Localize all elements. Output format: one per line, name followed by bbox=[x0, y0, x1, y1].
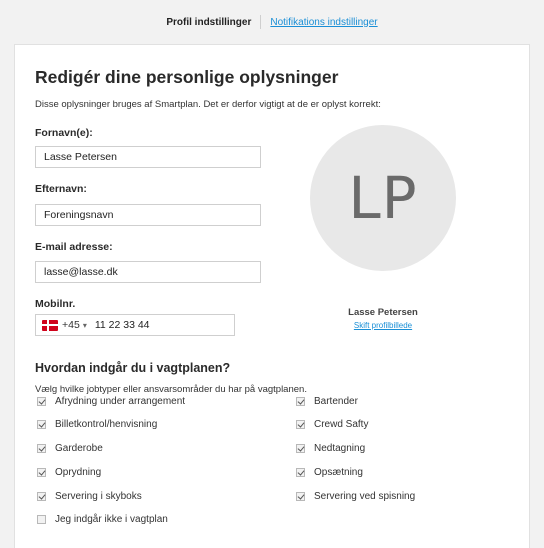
checkbox[interactable] bbox=[296, 468, 305, 477]
mobile-field: +45 ▾ bbox=[35, 314, 235, 336]
job-checkbox-row[interactable]: Garderobe bbox=[37, 443, 103, 454]
checkbox[interactable] bbox=[296, 492, 305, 501]
firstname-field[interactable] bbox=[35, 146, 261, 168]
dial-code-select[interactable]: +45 bbox=[62, 319, 80, 331]
job-checkbox-row[interactable]: Bartender bbox=[296, 396, 358, 407]
mobile-label: Mobilnr. bbox=[35, 298, 76, 310]
checkbox-label: Afrydning under arrangement bbox=[55, 396, 186, 407]
avatar: LP bbox=[310, 125, 456, 271]
profile-card: Redigér dine personlige oplysninger Diss… bbox=[14, 44, 530, 548]
job-checkbox-row[interactable]: Opsætning bbox=[296, 467, 363, 478]
tab-divider bbox=[260, 15, 262, 29]
job-checkbox-row[interactable]: Billetkontrol/henvisning bbox=[37, 419, 157, 430]
job-checkbox-row[interactable]: Afrydning under arrangement bbox=[37, 396, 185, 407]
checkbox-label: Garderobe bbox=[55, 443, 103, 454]
tab-notification-settings[interactable]: Notifikations indstillinger bbox=[270, 17, 377, 28]
firstname-label: Fornavn(e): bbox=[35, 127, 93, 139]
lastname-label: Efternavn: bbox=[35, 183, 87, 195]
job-checkbox-row[interactable]: Oprydning bbox=[37, 467, 101, 478]
email-field[interactable] bbox=[35, 261, 261, 283]
checkbox-label: Nedtagning bbox=[314, 443, 366, 454]
checkbox-label: Servering ved spisning bbox=[314, 491, 416, 502]
page-intro: Disse oplysninger bruges af Smartplan. D… bbox=[35, 99, 381, 110]
change-picture-link[interactable]: Skift profilbillede bbox=[310, 321, 456, 330]
checkbox[interactable] bbox=[37, 444, 46, 453]
job-checkbox-row[interactable]: Servering ved spisning bbox=[296, 491, 415, 502]
denmark-flag-icon[interactable] bbox=[42, 319, 58, 331]
jobs-intro: Vælg hvilke jobtyper eller ansvarsområde… bbox=[35, 384, 307, 395]
checkbox-label: Crewd Safty bbox=[314, 419, 369, 430]
jobs-heading: Hvordan indgår du i vagtplanen? bbox=[35, 361, 231, 375]
job-checkbox-row[interactable]: Servering i skyboks bbox=[37, 491, 142, 502]
avatar-initials: LP bbox=[348, 164, 418, 232]
checkbox-label: Billetkontrol/henvisning bbox=[55, 419, 158, 430]
checkbox-label: Jeg indgår ikke i vagtplan bbox=[55, 514, 168, 525]
checkbox-label: Oprydning bbox=[55, 467, 102, 478]
checkbox[interactable] bbox=[296, 420, 305, 429]
checkbox[interactable] bbox=[37, 420, 46, 429]
tab-profile-settings[interactable]: Profil indstillinger bbox=[166, 17, 251, 28]
checkbox-label: Servering i skyboks bbox=[55, 491, 142, 502]
checkbox-label: Bartender bbox=[314, 396, 358, 407]
job-checkbox-row[interactable]: Crewd Safty bbox=[296, 419, 368, 430]
checkbox[interactable] bbox=[37, 397, 46, 406]
checkbox[interactable] bbox=[296, 397, 305, 406]
checkbox[interactable] bbox=[37, 515, 46, 524]
checkbox[interactable] bbox=[296, 444, 305, 453]
checkbox[interactable] bbox=[37, 492, 46, 501]
profile-name: Lasse Petersen bbox=[348, 307, 418, 318]
checkbox-label: Opsætning bbox=[314, 467, 363, 478]
chevron-down-icon[interactable]: ▾ bbox=[83, 321, 87, 330]
lastname-field[interactable] bbox=[35, 204, 261, 226]
job-checkbox-row[interactable]: Nedtagning bbox=[296, 443, 365, 454]
email-label: E-mail adresse: bbox=[35, 241, 113, 253]
mobile-number-input[interactable] bbox=[94, 319, 215, 331]
not-in-schedule-checkbox-row[interactable]: Jeg indgår ikke i vagtplan bbox=[37, 514, 168, 525]
page-title: Redigér dine personlige oplysninger bbox=[35, 67, 339, 87]
settings-tabs: Profil indstillinger Notifikations indst… bbox=[0, 0, 544, 44]
checkbox[interactable] bbox=[37, 468, 46, 477]
